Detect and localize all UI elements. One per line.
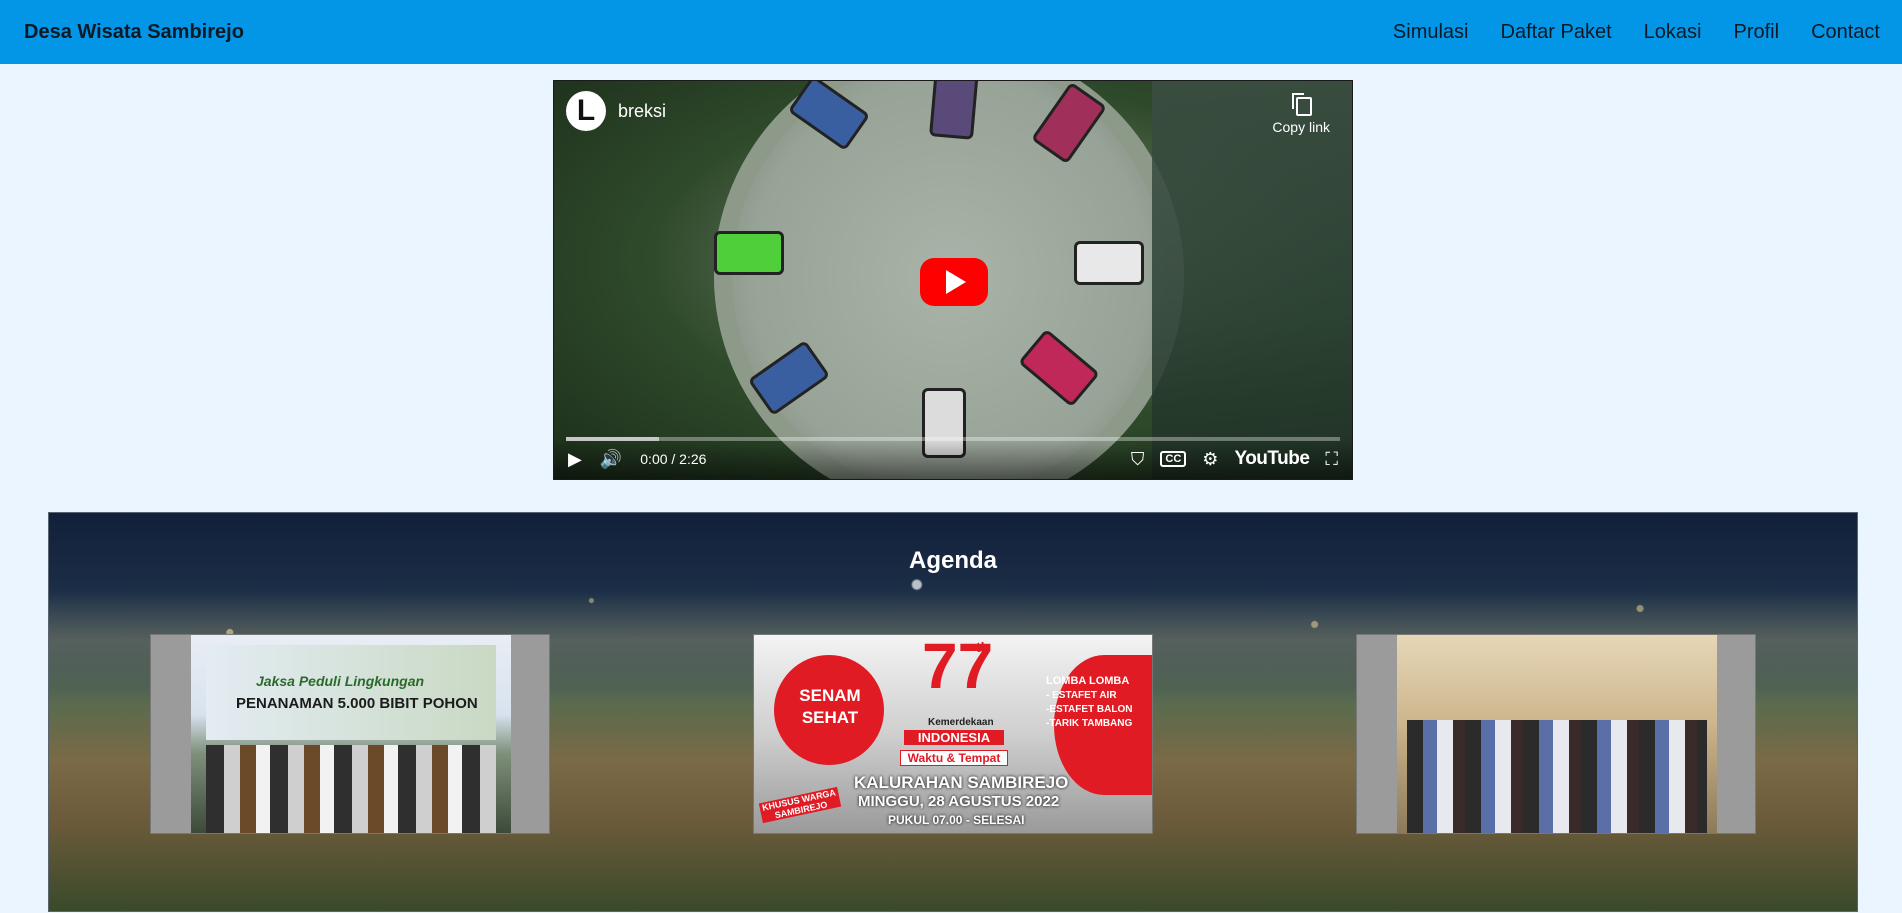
poster-place-text: KALURAHAN SAMBIREJO	[854, 773, 1069, 792]
nav-links: Simulasi Daftar Paket Lokasi Profil Cont…	[1361, 21, 1880, 44]
fullscreen-icon[interactable]: ⛶	[1325, 449, 1338, 470]
poster-kemerdekaan-text: Kemerdekaan	[928, 717, 994, 728]
play-button-large[interactable]	[920, 258, 988, 306]
agenda-title: Agenda	[908, 547, 997, 574]
crowd-image	[1407, 720, 1707, 833]
poster-lomba-text: LOMBA LOMBA	[1046, 675, 1130, 687]
jeep-image	[1074, 241, 1144, 285]
youtube-logo[interactable]: YouTube	[1234, 448, 1309, 470]
video-controls-right: ⛉ CC ⚙ YouTube ⛶	[1131, 448, 1338, 470]
poster-lomba-item: -TARIK TAMBANG	[1046, 718, 1133, 729]
agenda-section: Agenda Jaksa Peduli Lingkungan PENANAMAN…	[48, 512, 1858, 912]
channel-avatar[interactable]: L	[566, 91, 606, 131]
banner-text-line2: PENANAMAN 5.000 BIBIT POHON	[236, 695, 478, 712]
agenda-card-1[interactable]: Jaksa Peduli Lingkungan PENANAMAN 5.000 …	[150, 634, 550, 834]
copy-link-button[interactable]: Copy link	[1272, 93, 1330, 135]
volume-icon[interactable]: 🔊	[600, 449, 622, 470]
site-brand[interactable]: Desa Wisata Sambirejo	[24, 21, 244, 44]
agenda-card-2[interactable]: SENAM SEHAT 77 th Kemerdekaan INDONESIA …	[753, 634, 1153, 834]
nav-link-contact[interactable]: Contact	[1811, 21, 1880, 44]
navbar: Desa Wisata Sambirejo Simulasi Daftar Pa…	[0, 0, 1902, 64]
channel-name[interactable]: breksi	[618, 101, 666, 122]
video-thumbnail-water	[1152, 81, 1352, 479]
copy-icon	[1292, 93, 1313, 116]
poster-lomba-item: -ESTAFET BALON	[1046, 704, 1133, 715]
banner-text-line1: Jaksa Peduli Lingkungan	[256, 673, 425, 689]
poster-indonesia-text: INDONESIA	[904, 730, 1004, 745]
captions-icon[interactable]: CC	[1160, 451, 1187, 467]
video-controls: ▶ 🔊 0:00 / 2:26 ⛉ CC ⚙ YouTube ⛶	[554, 439, 1352, 479]
poster-date-text: MINGGU, 28 AGUSTUS 2022	[858, 793, 1060, 810]
youtube-video-player[interactable]: L breksi Copy link ▶ 🔊 0:00 / 2:26 ⛉ CC …	[553, 80, 1353, 480]
poster-senam-text: SENAM SEHAT	[799, 686, 861, 727]
play-icon[interactable]: ▶	[568, 449, 582, 470]
jeep-image	[929, 81, 979, 140]
banner-image	[206, 645, 496, 740]
poster-waktu-text: Waktu & Tempat	[900, 750, 1008, 766]
nav-link-lokasi[interactable]: Lokasi	[1644, 21, 1702, 44]
copy-link-label: Copy link	[1272, 119, 1330, 135]
settings-gear-icon[interactable]: ⚙	[1202, 449, 1218, 470]
nav-link-simulasi[interactable]: Simulasi	[1393, 21, 1469, 44]
people-image	[206, 745, 496, 833]
shield-icon[interactable]: ⛉	[1131, 449, 1145, 470]
poster-lomba-item: - ESTAFET AIR	[1046, 690, 1117, 701]
nav-link-profil[interactable]: Profil	[1733, 21, 1779, 44]
jeep-image	[714, 231, 784, 275]
video-time: 0:00 / 2:26	[640, 451, 707, 467]
poster-th-text: th	[976, 639, 990, 655]
poster-time-text: PUKUL 07.00 - SELESAI	[888, 813, 1025, 827]
agenda-card-3[interactable]	[1356, 634, 1756, 834]
video-channel-header: L breksi	[566, 91, 666, 131]
nav-link-daftar-paket[interactable]: Daftar Paket	[1501, 21, 1612, 44]
